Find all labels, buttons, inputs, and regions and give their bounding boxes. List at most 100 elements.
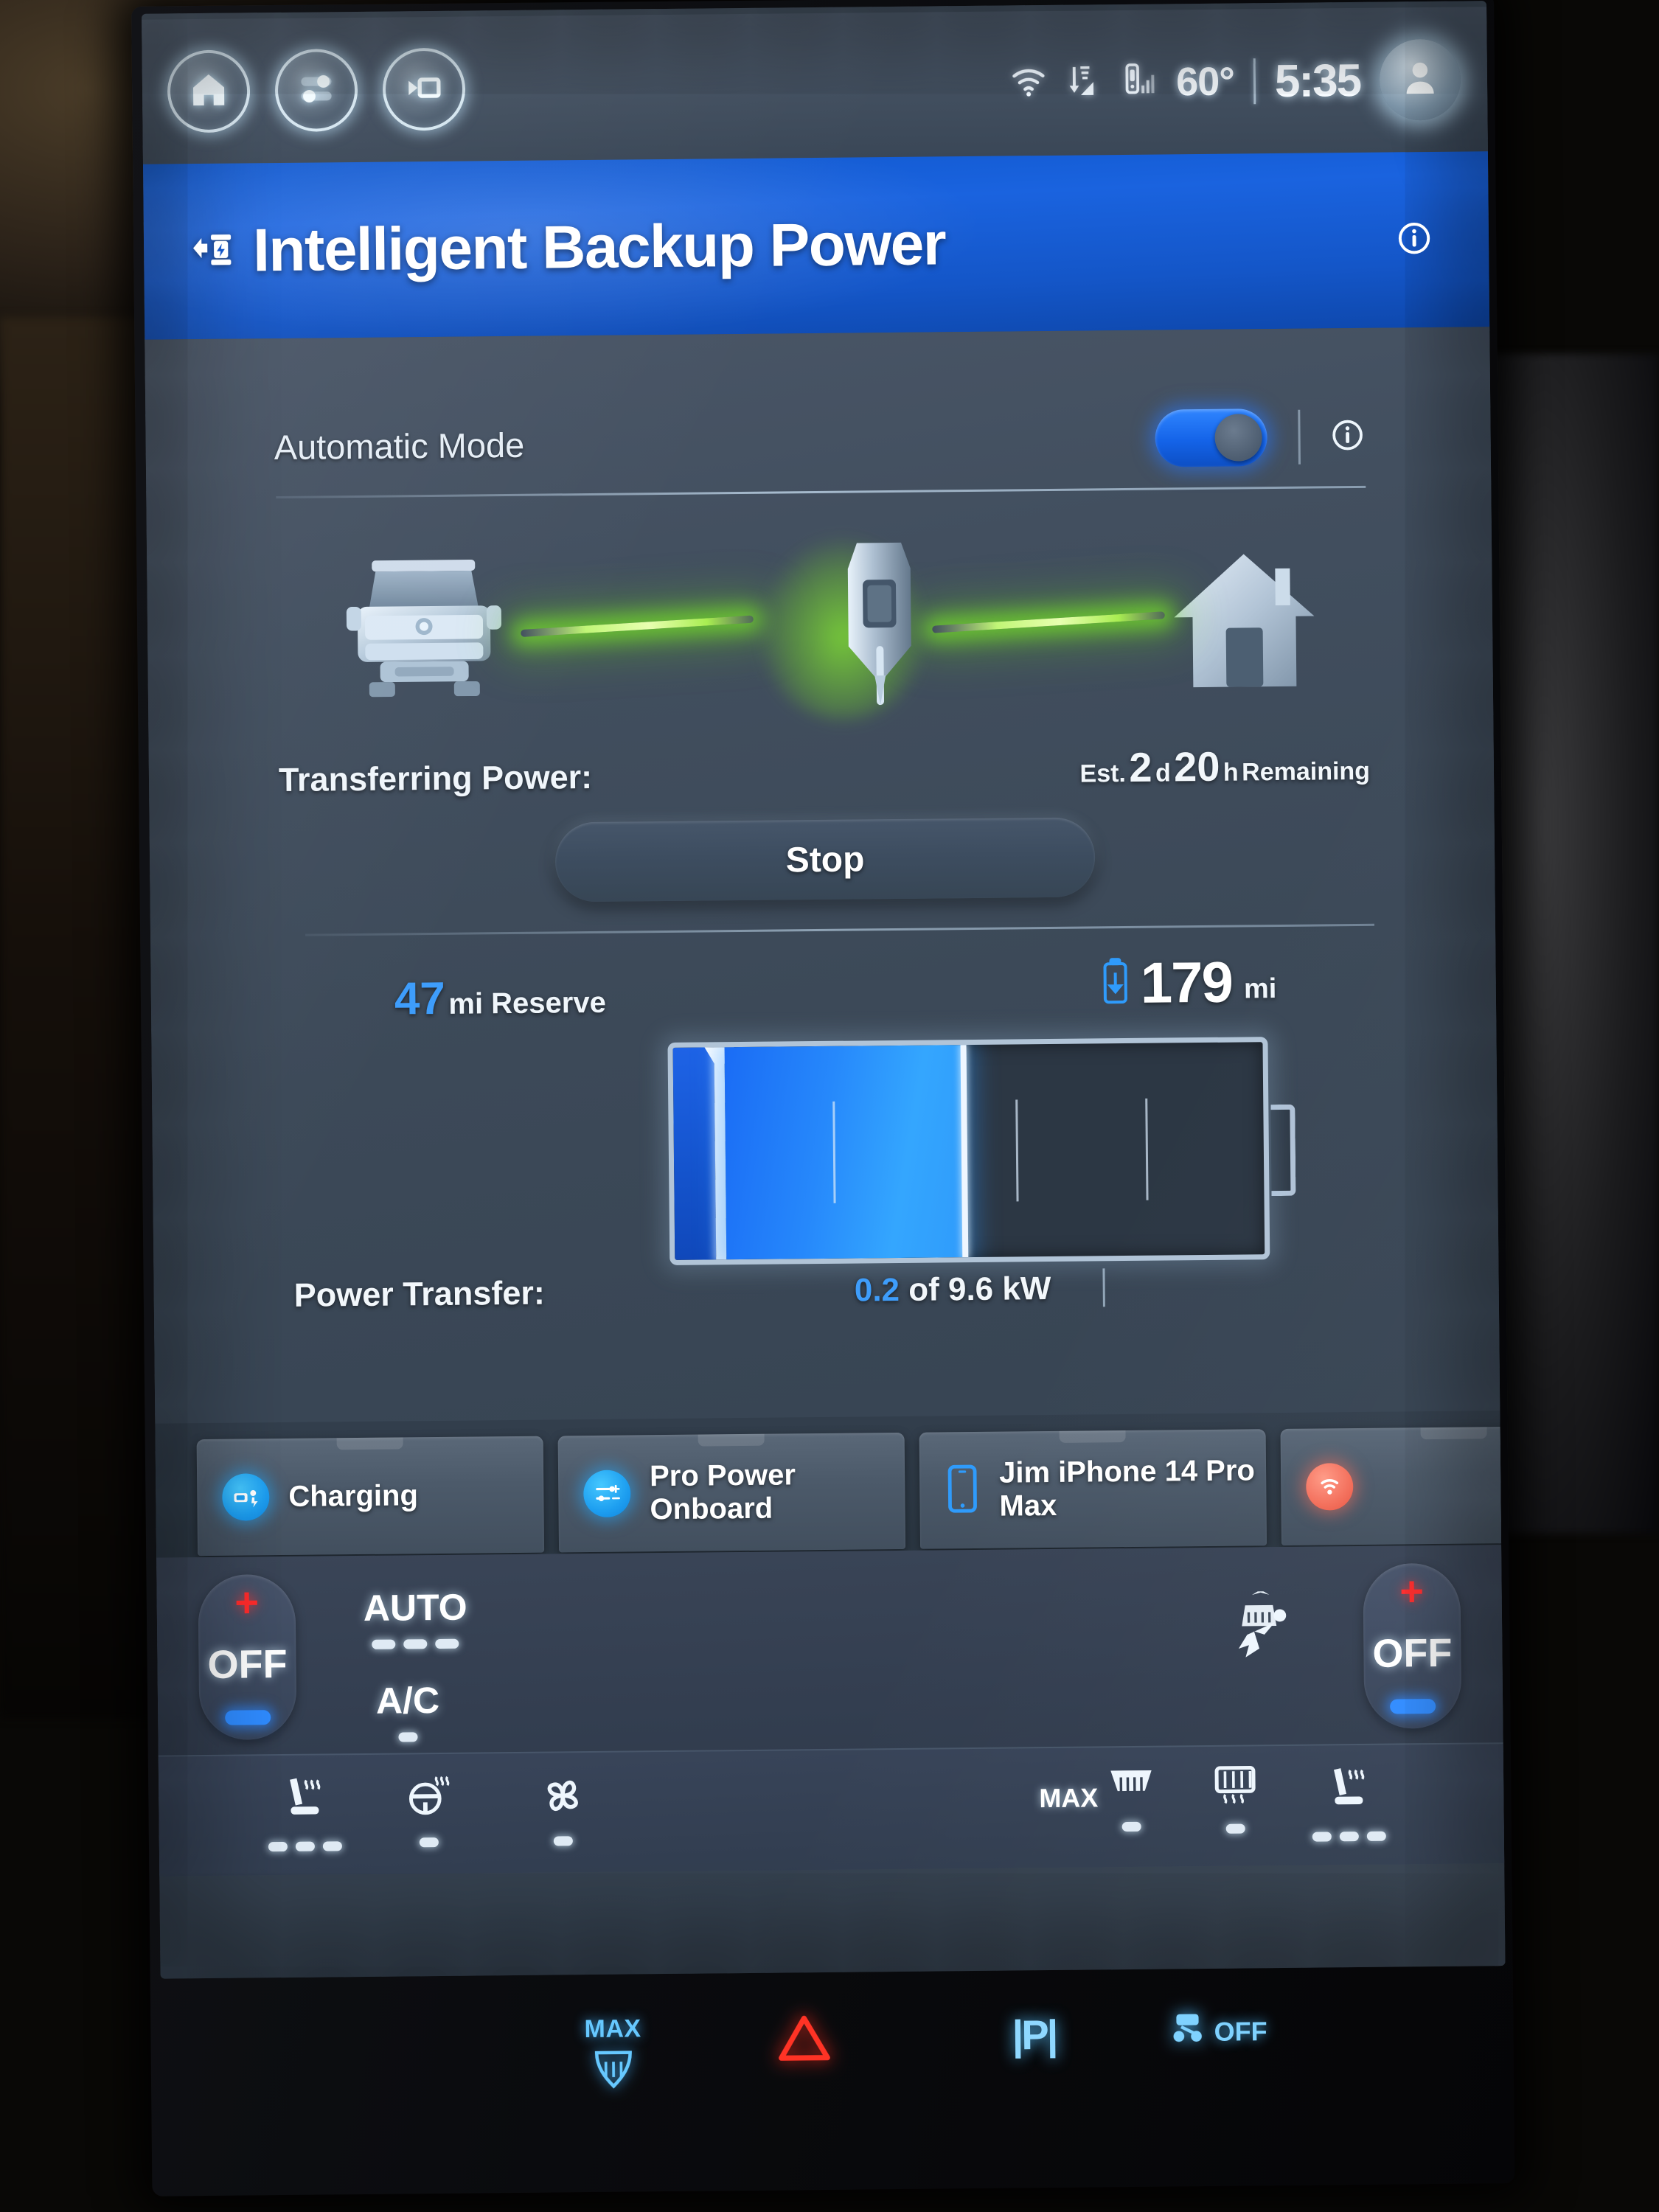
stop-button[interactable]: Stop xyxy=(554,817,1096,902)
card-label: Pro Power Onboard xyxy=(649,1458,796,1526)
battery-body xyxy=(667,1037,1270,1265)
battery-tick xyxy=(1015,1099,1019,1202)
nav-home-button[interactable] xyxy=(167,49,251,133)
user-avatar-icon xyxy=(1398,55,1443,104)
park-brake-icon: |P| xyxy=(1012,2011,1057,2059)
power-beam-vehicle-to-charger xyxy=(520,566,754,686)
time-remaining: Est. 2 d 20 h Remaining xyxy=(1079,741,1370,792)
heated-seat-icon xyxy=(276,1771,333,1832)
wheel-level-indicator xyxy=(419,1837,439,1848)
ac-label: A/C xyxy=(375,1679,440,1722)
temp-decrease-button[interactable] xyxy=(225,1710,271,1725)
avatar[interactable] xyxy=(1379,38,1461,121)
card-label: Charging xyxy=(288,1478,419,1513)
driver-temperature-control[interactable]: + OFF xyxy=(198,1573,297,1741)
battery-meter xyxy=(667,1037,1296,1265)
level-dash xyxy=(1339,1832,1359,1842)
level-dash xyxy=(372,1639,396,1649)
battery-tick xyxy=(1145,1098,1149,1200)
power-transfer-label: Power Transfer: xyxy=(293,1273,546,1314)
fan-speed-button[interactable] xyxy=(536,1769,590,1846)
climate-lower-row: MAX xyxy=(158,1742,1505,1877)
fan-level-indicator xyxy=(553,1836,573,1846)
range-readout: 179 mi xyxy=(1102,948,1277,1017)
clock: 5:35 xyxy=(1274,55,1361,107)
heated-steering-wheel-button[interactable] xyxy=(402,1770,456,1848)
nav-settings-button[interactable] xyxy=(274,48,358,133)
status-divider xyxy=(1253,58,1256,105)
sliders-icon xyxy=(295,67,338,114)
charging-vehicle-icon xyxy=(222,1473,270,1521)
max-defrost-indicator xyxy=(1121,1821,1141,1832)
driver-temp-value: OFF xyxy=(207,1642,288,1688)
level-dash xyxy=(1225,1823,1245,1834)
est-suffix: Remaining xyxy=(1241,757,1371,787)
nav-media-button[interactable] xyxy=(382,47,466,131)
section-divider-2 xyxy=(305,923,1374,936)
rear-defrost-icon xyxy=(1210,1762,1261,1814)
phone-icon xyxy=(945,1462,981,1517)
ac-button[interactable]: A/C xyxy=(376,1679,440,1742)
hazard-triangle-icon xyxy=(776,2013,832,2067)
transferring-power-label: Transferring Power: xyxy=(278,757,593,799)
level-dash xyxy=(1366,1831,1386,1841)
heated-steering-wheel-icon xyxy=(402,1770,456,1828)
toggle-knob xyxy=(1214,414,1262,462)
infotainment-screen: 60° 5:35 Intelligent Backup Power Automa… xyxy=(142,1,1506,1979)
level-dash xyxy=(419,1837,439,1848)
battery-cap xyxy=(1270,1104,1296,1197)
hard-max-defrost-button[interactable]: MAX xyxy=(584,2014,641,2095)
rear-defrost-indicator xyxy=(1225,1823,1245,1834)
ac-level-indicator xyxy=(376,1732,439,1742)
temp-increase-button[interactable]: + xyxy=(234,1579,259,1625)
max-label: MAX xyxy=(584,2014,641,2043)
temp-decrease-button[interactable] xyxy=(1390,1698,1436,1714)
max-defrost-button[interactable]: MAX xyxy=(1039,1764,1158,1833)
status-bar: 60° 5:35 xyxy=(142,7,1488,164)
passenger-temperature-control[interactable]: + OFF xyxy=(1363,1562,1462,1729)
transfer-status-row: Transferring Power: Est. 2 d 20 h Remain… xyxy=(279,741,1371,799)
battery-charge-fill xyxy=(724,1045,969,1260)
auto-climate-button[interactable]: AUTO xyxy=(364,1586,468,1649)
level-dash xyxy=(553,1836,573,1846)
page-header: Intelligent Backup Power xyxy=(143,151,1490,340)
home-icon xyxy=(188,69,230,114)
traction-off-label: OFF xyxy=(1214,2015,1267,2047)
stop-button-label: Stop xyxy=(785,839,865,880)
card-pro-power-onboard[interactable]: Pro Power Onboard xyxy=(557,1432,906,1553)
device-card-strip: Charging Pro Power Onboard Jim iPhone 14… xyxy=(155,1411,1506,1558)
traction-control-off-button[interactable]: OFF xyxy=(1166,2008,1267,2054)
header-info-icon[interactable] xyxy=(1396,219,1433,260)
power-capacity: of 9.6 kW xyxy=(899,1270,1051,1308)
power-flow-diagram xyxy=(331,512,1321,736)
driver-heated-seat-button[interactable] xyxy=(268,1771,342,1852)
front-defrost-airflow-icon xyxy=(1218,1589,1305,1674)
page-title: Intelligent Backup Power xyxy=(252,210,946,285)
auto-level-indicator xyxy=(364,1638,467,1649)
backup-power-icon xyxy=(189,226,237,277)
battery-reserve-segment xyxy=(672,1047,717,1260)
level-dash xyxy=(295,1841,315,1851)
automatic-mode-toggle[interactable] xyxy=(1155,408,1268,467)
hazard-button[interactable] xyxy=(776,2013,832,2067)
reserve-value: 47 xyxy=(394,973,446,1025)
card-hotspot[interactable] xyxy=(1280,1425,1506,1546)
card-jim-iphone[interactable]: Jim iPhone 14 Pro Max xyxy=(919,1429,1267,1549)
passenger-heated-seat-button[interactable] xyxy=(1312,1761,1386,1842)
electric-park-brake-button[interactable]: |P| xyxy=(1012,2011,1056,2059)
front-defrost-airflow-button[interactable] xyxy=(1217,1589,1305,1675)
rear-defrost-button[interactable] xyxy=(1210,1762,1261,1834)
hard-button-row: MAX |P| OFF xyxy=(142,1977,1488,2159)
seat-level-indicator xyxy=(1312,1831,1386,1842)
heated-seat-icon xyxy=(1321,1761,1377,1822)
automatic-mode-info-icon[interactable] xyxy=(1329,417,1366,456)
charge-station-icon xyxy=(757,528,928,721)
card-charging[interactable]: Charging xyxy=(196,1436,545,1557)
power-current: 0.2 xyxy=(854,1271,900,1309)
outside-temperature: 60° xyxy=(1175,59,1235,105)
auto-label: AUTO xyxy=(363,1586,467,1629)
temp-increase-button[interactable]: + xyxy=(1399,1568,1424,1614)
level-dash xyxy=(1121,1821,1141,1832)
battery-icon xyxy=(1102,958,1129,1009)
traction-off-icon xyxy=(1166,2009,1208,2055)
